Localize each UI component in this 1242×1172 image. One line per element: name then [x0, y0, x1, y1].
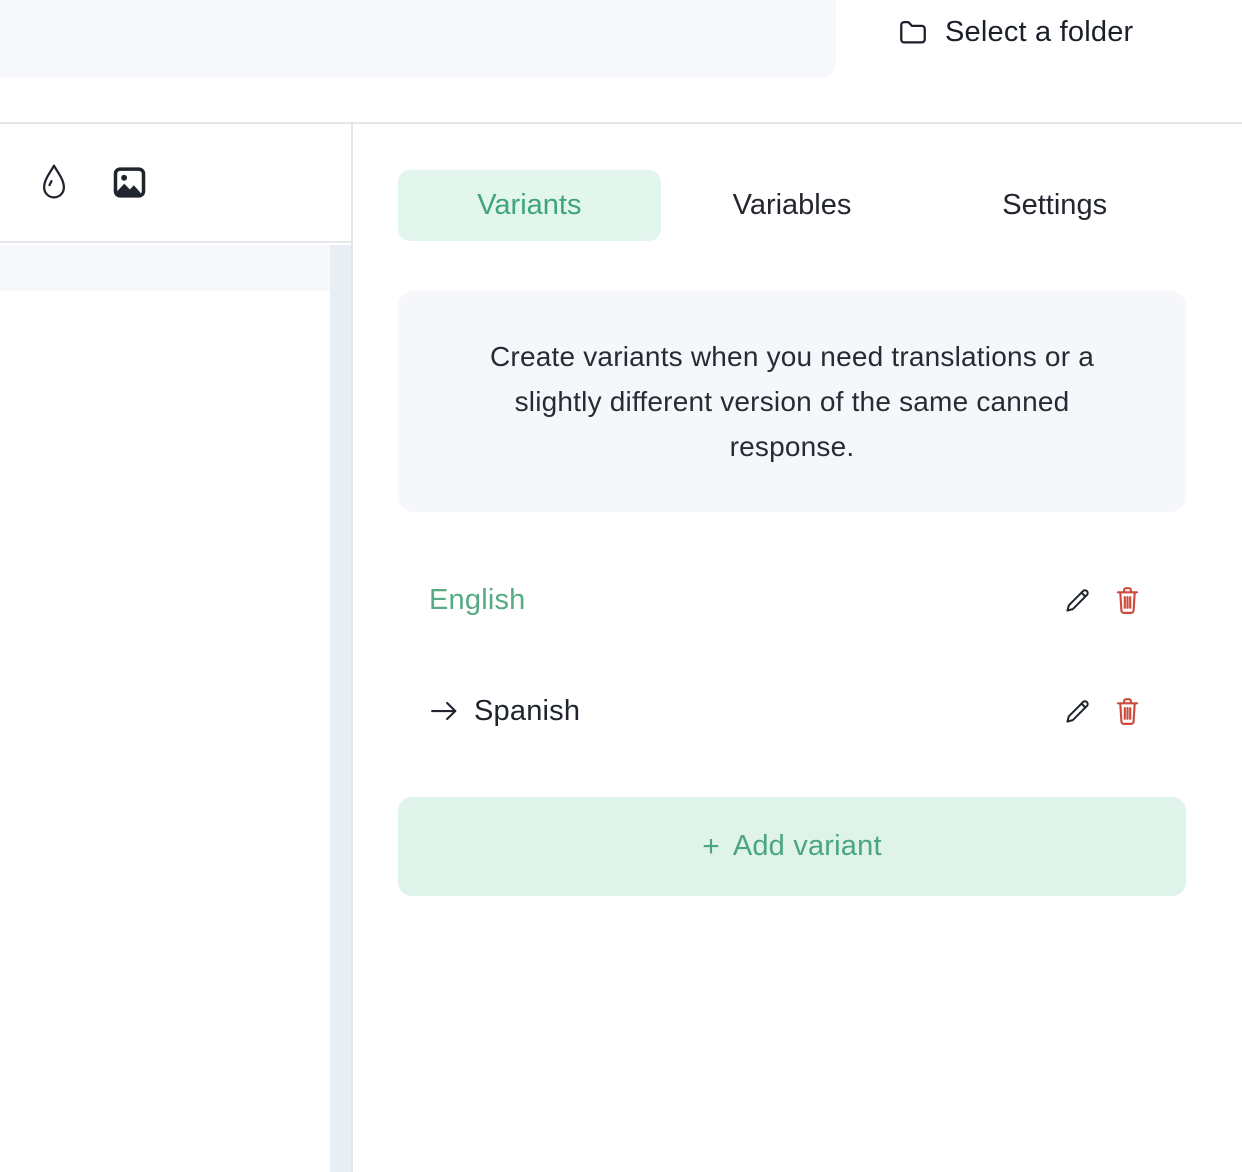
plus-icon: +: [702, 830, 720, 864]
arrow-right-icon: [429, 698, 459, 724]
tab-settings[interactable]: Settings: [923, 170, 1186, 241]
row-actions: [1062, 585, 1141, 616]
variant-row-english: English: [398, 571, 1186, 629]
row-actions: [1062, 696, 1141, 727]
edit-pencil-icon[interactable]: [1062, 585, 1093, 616]
folder-icon: [896, 16, 930, 48]
variants-info-text: Create variants when you need translatio…: [456, 334, 1128, 469]
variants-info-box: Create variants when you need translatio…: [398, 291, 1186, 512]
droplet-icon[interactable]: [39, 163, 69, 203]
image-icon[interactable]: [113, 167, 146, 198]
top-toolbar-panel: [0, 0, 836, 78]
left-panel-scrollbar[interactable]: [330, 245, 351, 1172]
list-item-selected[interactable]: [0, 245, 330, 291]
select-folder-label: Select a folder: [945, 16, 1133, 49]
variant-row-spanish: Spanish: [398, 682, 1186, 740]
delete-trash-icon[interactable]: [1114, 696, 1141, 727]
editor-panel: [0, 124, 353, 1172]
tab-variants[interactable]: Variants: [398, 170, 661, 241]
add-variant-button[interactable]: + Add variant: [398, 797, 1186, 896]
select-folder-button[interactable]: Select a folder: [896, 8, 1133, 56]
variant-tabs: Variants Variables Settings: [398, 170, 1186, 241]
tab-variables[interactable]: Variables: [661, 170, 924, 241]
delete-trash-icon[interactable]: [1114, 585, 1141, 616]
editor-toolbar: [0, 124, 351, 243]
edit-pencil-icon[interactable]: [1062, 696, 1093, 727]
variant-link-english[interactable]: English: [429, 584, 526, 617]
variant-label-spanish: Spanish: [474, 695, 580, 728]
add-variant-label: Add variant: [733, 830, 882, 863]
